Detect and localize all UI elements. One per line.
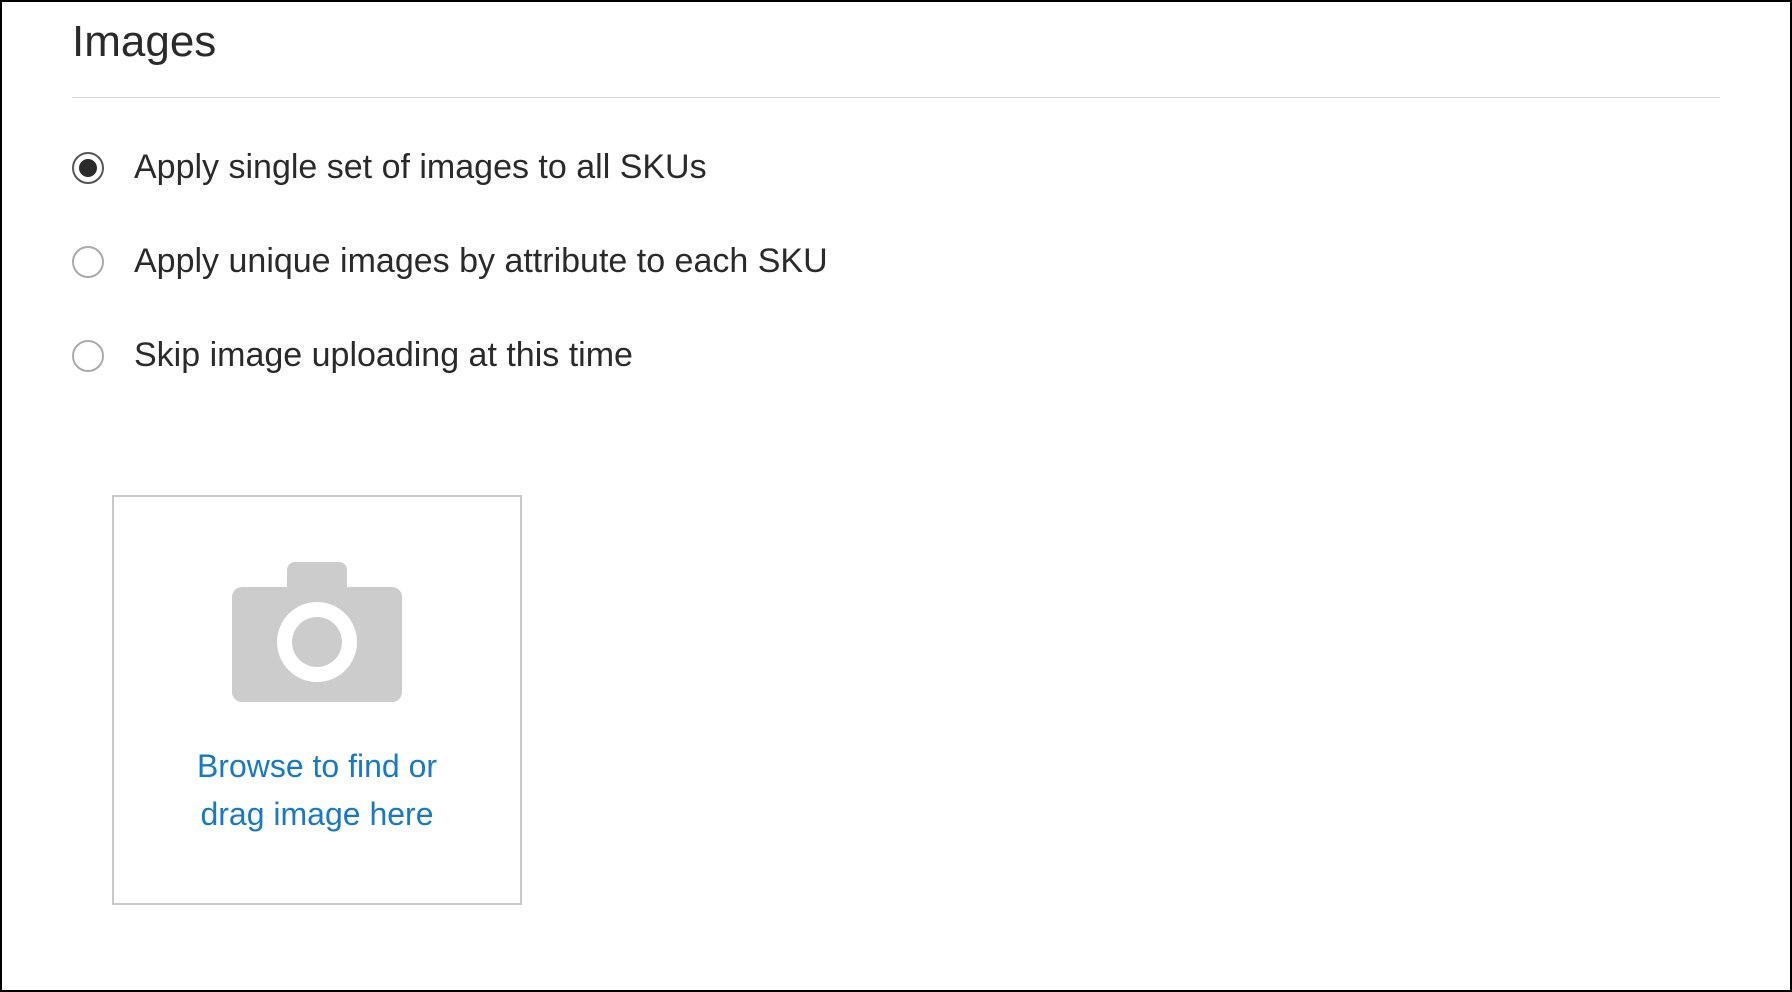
radio-label: Apply unique images by attribute to each… xyxy=(134,242,828,281)
upload-instruction-text: Browse to find or drag image here xyxy=(167,742,467,838)
radio-label: Skip image uploading at this time xyxy=(134,336,633,375)
radio-button-icon xyxy=(72,246,104,278)
camera-icon xyxy=(232,562,402,702)
radio-label: Apply single set of images to all SKUs xyxy=(134,148,707,187)
radio-apply-unique-by-attribute[interactable]: Apply unique images by attribute to each… xyxy=(72,242,1720,281)
radio-apply-single-set[interactable]: Apply single set of images to all SKUs xyxy=(72,148,1720,187)
radio-button-icon xyxy=(72,152,104,184)
image-upload-dropzone[interactable]: Browse to find or drag image here xyxy=(112,495,522,905)
image-mode-radio-group: Apply single set of images to all SKUs A… xyxy=(72,148,1720,375)
radio-skip-upload[interactable]: Skip image uploading at this time xyxy=(72,336,1720,375)
radio-button-icon xyxy=(72,340,104,372)
images-panel: Images Apply single set of images to all… xyxy=(0,0,1792,992)
section-title: Images xyxy=(72,2,1720,98)
